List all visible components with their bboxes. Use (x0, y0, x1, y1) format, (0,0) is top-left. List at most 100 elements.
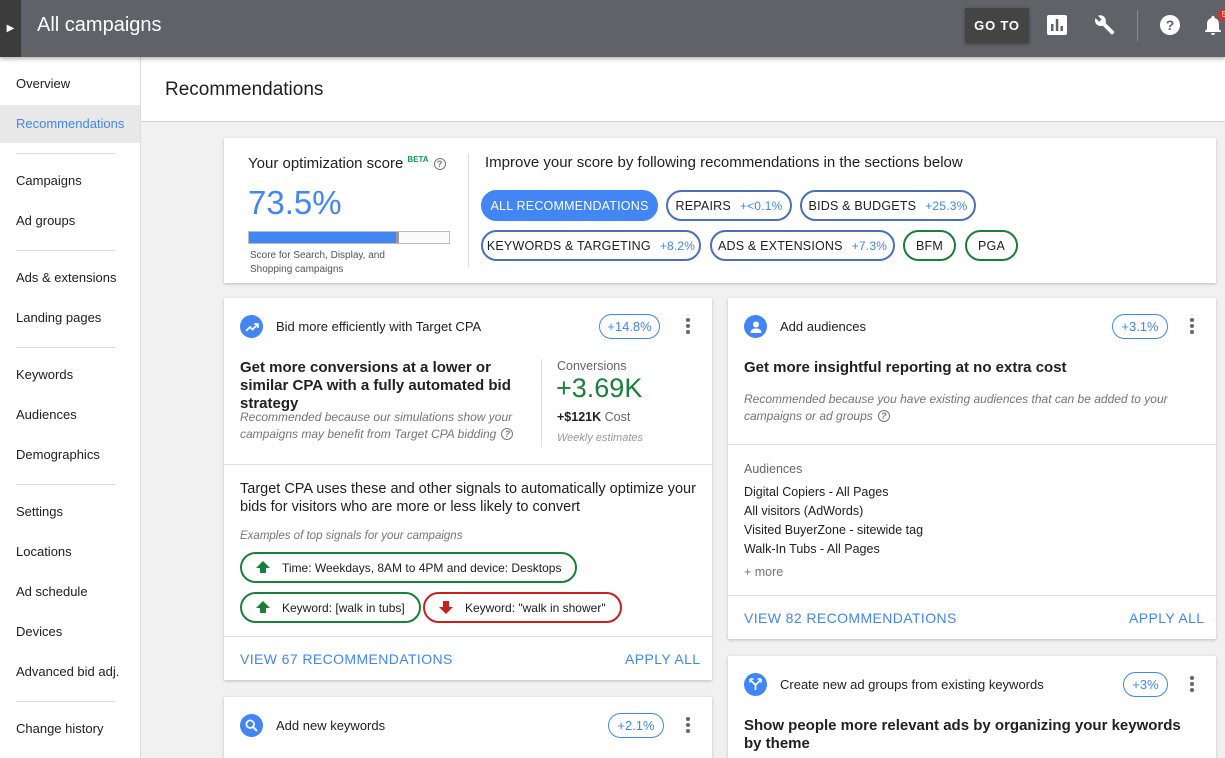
recommendation-headline: Get more conversions at a lower or simil… (240, 359, 511, 412)
arrow-down-icon (439, 601, 453, 614)
filter-chip-pga[interactable]: PGA (965, 230, 1018, 261)
more-vert-icon[interactable] (686, 717, 690, 735)
sidebar-item-ad-schedule[interactable]: Ad schedule (0, 573, 140, 611)
trending-up-icon (240, 315, 263, 338)
search-icon (240, 714, 263, 737)
arrow-up-icon (256, 561, 270, 573)
signals-label: Examples of top signals for your campaig… (240, 530, 463, 542)
recommendation-title: Add audiences (780, 319, 867, 334)
view-recommendations-link[interactable]: VIEW 82 RECOMMENDATIONS (744, 610, 957, 626)
score-impact-badge: +3.1% (1112, 314, 1168, 339)
card-divider (224, 636, 712, 637)
audience-item: Walk-In Tubs - All Pages (744, 542, 880, 556)
nav-divider (16, 484, 116, 485)
help-icon[interactable]: ? (1159, 14, 1181, 36)
recommendation-reason: Recommended because you have existing au… (744, 392, 1168, 423)
recommendation-card-audiences: Add audiences +3.1% Get more insightful … (728, 298, 1216, 639)
conversions-label: Conversions (557, 359, 627, 373)
sidebar-item-locations[interactable]: Locations (0, 533, 140, 571)
score-impact-badge: +14.8% (599, 314, 660, 339)
audience-item: Digital Copiers - All Pages (744, 485, 889, 499)
apply-all-link[interactable]: APPLY ALL (625, 651, 700, 667)
view-recommendations-link[interactable]: VIEW 67 RECOMMENDATIONS (240, 651, 453, 667)
sidebar-item-advanced-bid-adj[interactable]: Advanced bid adj. (0, 653, 140, 691)
recommendation-title: Add new keywords (276, 718, 386, 733)
card-divider (728, 444, 1216, 445)
filter-chip-bfm[interactable]: BFM (903, 230, 956, 261)
notification-count-badge: 5 (1218, 9, 1225, 21)
sidebar-item-ads-extensions[interactable]: Ads & extensions (0, 259, 140, 297)
reports-icon[interactable] (1046, 14, 1068, 36)
arrow-up-icon (256, 601, 270, 613)
cost-estimate: +$121K Cost (557, 410, 631, 424)
recommendation-headline: Show people more relevant ads by organiz… (744, 717, 1181, 752)
signal-chip-walk-in-shower: Keyword: "walk in shower" (423, 592, 622, 623)
optimization-score-marker (396, 232, 399, 243)
nav-divider (16, 250, 116, 251)
help-circle-icon[interactable]: ? (877, 410, 890, 422)
filter-chip-keywords-targeting[interactable]: KEYWORDS & TARGETING +8.2% (481, 230, 701, 261)
optimization-score-bar (248, 231, 450, 244)
signals-description: Target CPA uses these and other signals … (240, 481, 696, 515)
recommendation-card-new-keywords: Add new keywords +2.1% (224, 697, 712, 758)
score-note: Score for Search, Display, and Shopping … (250, 250, 385, 275)
sidebar-item-overview[interactable]: Overview (0, 65, 140, 103)
page-header: Recommendations (141, 57, 1225, 122)
nav-divider (16, 347, 116, 348)
help-circle-icon[interactable]: ? (501, 428, 514, 440)
more-audiences-link[interactable]: + more (744, 565, 783, 579)
filter-chip-repairs[interactable]: REPAIRS +<0.1% (666, 190, 792, 221)
goto-button[interactable]: GO TO (965, 8, 1029, 43)
beta-badge: BETA (407, 155, 429, 164)
sidebar-item-keywords[interactable]: Keywords (0, 356, 140, 394)
sidebar-item-devices[interactable]: Devices (0, 613, 140, 651)
sidebar-nav: Overview Recommendations Campaigns Ad gr… (0, 57, 141, 758)
sidebar-item-settings[interactable]: Settings (0, 493, 140, 531)
svg-text:?: ? (1166, 17, 1175, 33)
sidebar-item-ad-groups[interactable]: Ad groups (0, 202, 140, 240)
sidebar-item-campaigns[interactable]: Campaigns (0, 162, 140, 200)
recommendation-card-target-cpa: Bid more efficiently with Target CPA +14… (224, 298, 712, 680)
recommendation-title: Bid more efficiently with Target CPA (276, 319, 482, 334)
tools-wrench-icon[interactable] (1094, 14, 1116, 36)
expand-sidebar-button[interactable]: ▶ (0, 0, 21, 57)
apply-all-link[interactable]: APPLY ALL (1129, 610, 1204, 626)
audiences-list-label: Audiences (744, 462, 803, 476)
card-divider (224, 464, 712, 465)
toolbar-divider (1137, 10, 1138, 41)
recommendation-reason: Recommended because our simulations show… (240, 410, 514, 441)
top-bar: ▶ All campaigns GO TO ? 5 (0, 0, 1225, 57)
vertical-divider (541, 359, 542, 447)
signal-chip-time-device: Time: Weekdays, 8AM to 4PM and device: D… (240, 552, 578, 583)
nav-divider (16, 701, 116, 702)
optimization-score-value: 73.5% (248, 184, 342, 221)
more-vert-icon[interactable] (686, 318, 690, 336)
page-title: Recommendations (165, 79, 324, 100)
score-divider (468, 154, 469, 267)
sidebar-item-recommendations[interactable]: Recommendations (0, 105, 140, 143)
more-vert-icon[interactable] (1190, 318, 1194, 336)
audience-item: Visited BuyerZone - sitewide tag (744, 523, 924, 537)
recommendation-title: Create new ad groups from existing keywo… (780, 677, 1044, 692)
filter-chip-all-recommendations[interactable]: ALL RECOMMENDATIONS (481, 190, 658, 221)
filter-chip-bids-budgets[interactable]: BIDS & BUDGETS +25.3% (800, 190, 976, 221)
nav-divider (16, 153, 116, 154)
recommendation-headline: Get more insightful reporting at no extr… (744, 359, 1067, 376)
optimization-score-fill (249, 232, 396, 243)
audience-item: All visitors (AdWords) (744, 504, 864, 518)
app-title: All campaigns (37, 14, 162, 36)
sidebar-item-audiences[interactable]: Audiences (0, 396, 140, 434)
conversions-value: +3.69K (556, 373, 643, 403)
more-vert-icon[interactable] (1190, 676, 1194, 694)
sidebar-item-demographics[interactable]: Demographics (0, 436, 140, 474)
card-divider (728, 595, 1216, 596)
filter-chip-ads-extensions[interactable]: ADS & EXTENSIONS +7.3% (710, 230, 895, 261)
sidebar-item-change-history[interactable]: Change history (0, 710, 140, 748)
weekly-estimates-label: Weekly estimates (557, 432, 643, 444)
signal-chip-walk-in-tubs: Keyword: [walk in tubs] (240, 592, 421, 623)
recommendation-card-ad-groups: Create new ad groups from existing keywo… (728, 656, 1216, 758)
sidebar-item-landing-pages[interactable]: Landing pages (0, 299, 140, 337)
score-impact-badge: +3% (1123, 672, 1168, 697)
call-split-icon (744, 673, 767, 696)
help-circle-icon[interactable]: ? (433, 158, 446, 170)
